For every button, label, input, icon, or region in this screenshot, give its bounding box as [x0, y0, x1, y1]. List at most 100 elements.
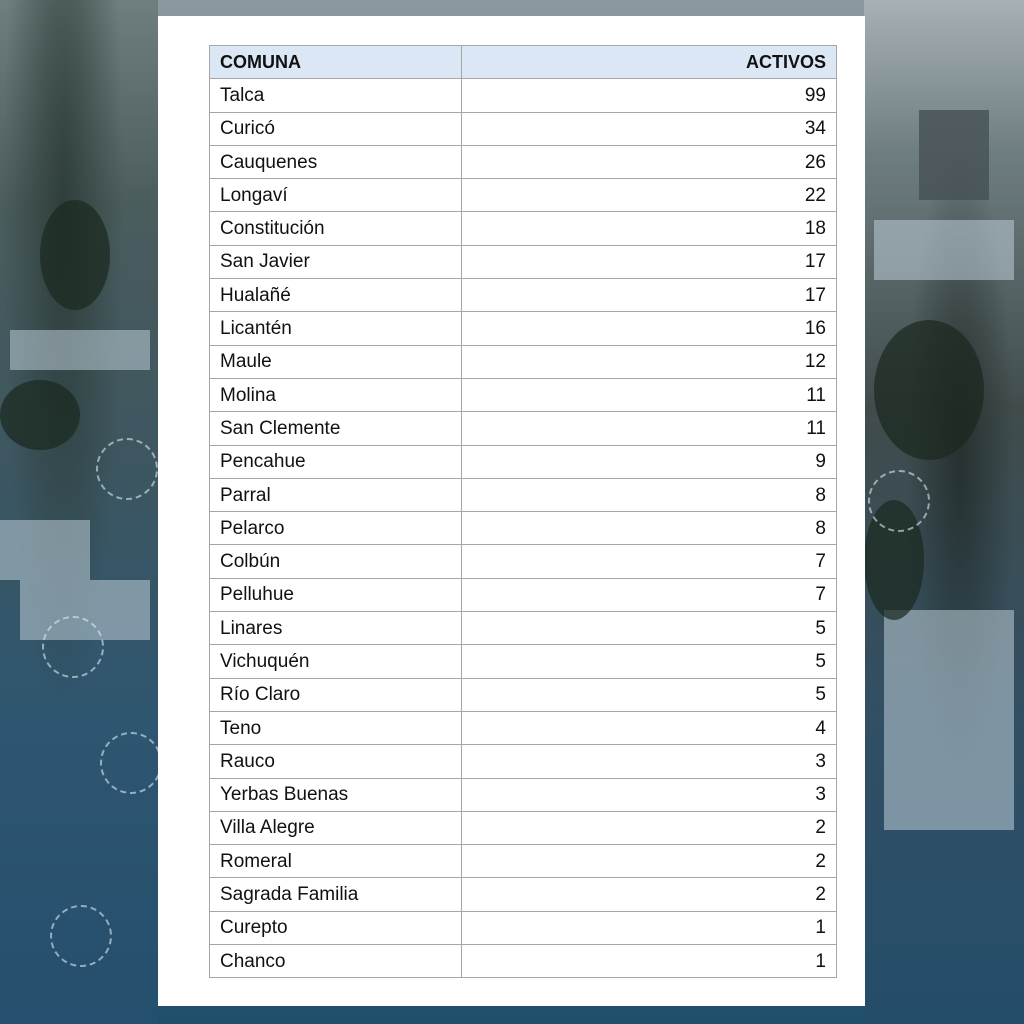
activos-cell: 2 — [461, 877, 837, 912]
comuna-cell: Río Claro — [209, 677, 462, 712]
activos-cell: 34 — [461, 111, 837, 146]
activos-cell: 2 — [461, 844, 837, 879]
comuna-cell: Molina — [209, 377, 462, 413]
table-row: Cauquenes 26 — [209, 144, 837, 180]
table-row: Rauco 3 — [209, 744, 837, 779]
activos-cell: 8 — [461, 511, 837, 546]
comuna-cell: Chanco — [209, 944, 462, 979]
activos-cell: 1 — [461, 944, 837, 979]
comuna-cell: Licantén — [209, 311, 462, 346]
comuna-cell: Sagrada Familia — [209, 877, 462, 912]
table-row: Curicó 34 — [209, 111, 837, 146]
comuna-cell: Pencahue — [209, 444, 462, 479]
comuna-cell: Maule — [209, 344, 462, 379]
activos-cell: 17 — [461, 278, 837, 313]
building — [10, 330, 150, 370]
comuna-cell: Romeral — [209, 844, 462, 879]
table-row: Colbún 7 — [209, 544, 837, 579]
activos-cell: 99 — [461, 78, 837, 113]
comuna-cell: Parral — [209, 477, 462, 513]
tree — [874, 320, 984, 460]
activos-cell: 3 — [461, 777, 837, 812]
comuna-cell: Cauquenes — [209, 144, 462, 180]
comuna-cell: Linares — [209, 611, 462, 646]
comuna-cell: San Javier — [209, 244, 462, 280]
table-row: Constitución 18 — [209, 211, 837, 246]
comuna-cell: Talca — [209, 78, 462, 113]
table-row: Sagrada Familia 2 — [209, 877, 837, 912]
table-row: Teno 4 — [209, 710, 837, 746]
table-row: Maule 12 — [209, 344, 837, 379]
table-row: Hualañé 17 — [209, 278, 837, 313]
table-row: Talca 99 — [209, 78, 837, 113]
table-row: Parral 8 — [209, 477, 837, 513]
active-cases-table: COMUNA ACTIVOS Talca 99 Curicó 34 Cauquenes 2… — [209, 44, 837, 979]
virus-icon — [96, 438, 158, 500]
tree — [0, 380, 80, 450]
comuna-cell: Teno — [209, 710, 462, 746]
virus-icon — [100, 732, 162, 794]
table-row: San Clemente 11 — [209, 411, 837, 446]
comuna-cell: Curepto — [209, 910, 462, 946]
comuna-cell: Rauco — [209, 744, 462, 779]
comuna-cell: Curicó — [209, 111, 462, 146]
comuna-cell: Vichuquén — [209, 644, 462, 679]
comuna-cell: Yerbas Buenas — [209, 777, 462, 812]
table-row: Pelarco 8 — [209, 511, 837, 546]
comuna-cell: Hualañé — [209, 278, 462, 313]
comuna-cell: Longaví — [209, 178, 462, 213]
virus-icon — [50, 905, 112, 967]
background-photo-left — [0, 0, 162, 1024]
building — [874, 220, 1014, 280]
table-row: Chanco 1 — [209, 944, 837, 979]
virus-icon — [868, 470, 930, 532]
activos-cell: 3 — [461, 744, 837, 779]
building — [884, 610, 1014, 830]
activos-cell: 7 — [461, 544, 837, 579]
activos-cell: 1 — [461, 910, 837, 946]
activos-cell: 4 — [461, 710, 837, 746]
activos-cell: 12 — [461, 344, 837, 379]
activos-cell: 11 — [461, 411, 837, 446]
comuna-cell: Colbún — [209, 544, 462, 579]
background-photo-right — [864, 0, 1024, 1024]
activos-cell: 5 — [461, 611, 837, 646]
activos-cell: 9 — [461, 444, 837, 479]
table-row: Curepto 1 — [209, 910, 837, 946]
column-header-activos: ACTIVOS — [461, 44, 837, 80]
activos-cell: 16 — [461, 311, 837, 346]
table-row: Río Claro 5 — [209, 677, 837, 712]
virus-icon — [42, 616, 104, 678]
activos-cell: 5 — [461, 644, 837, 679]
comuna-cell: Pelarco — [209, 511, 462, 546]
activos-cell: 7 — [461, 577, 837, 613]
table-row: Yerbas Buenas 3 — [209, 777, 837, 812]
table-document: COMUNA ACTIVOS Talca 99 Curicó 34 Cauquenes 2… — [158, 16, 865, 1006]
table-row: Pelluhue 7 — [209, 577, 837, 613]
comuna-cell: San Clemente — [209, 411, 462, 446]
activos-cell: 11 — [461, 377, 837, 413]
comuna-cell: Pelluhue — [209, 577, 462, 613]
table-row: Licantén 16 — [209, 311, 837, 346]
table-row: Villa Alegre 2 — [209, 810, 837, 846]
comuna-cell: Villa Alegre — [209, 810, 462, 846]
activos-cell: 26 — [461, 144, 837, 180]
comuna-cell: Constitución — [209, 211, 462, 246]
activos-cell: 2 — [461, 810, 837, 846]
table-row: Romeral 2 — [209, 844, 837, 879]
activos-cell: 22 — [461, 178, 837, 213]
table-row: Vichuquén 5 — [209, 644, 837, 679]
table-header-row: COMUNA ACTIVOS — [209, 44, 837, 80]
activos-cell: 5 — [461, 677, 837, 712]
activos-cell: 8 — [461, 477, 837, 513]
table-row: San Javier 17 — [209, 244, 837, 280]
building — [919, 110, 989, 200]
table-body: Talca 99 Curicó 34 Cauquenes 26 Longaví 22 Const… — [209, 78, 837, 979]
table-row: Linares 5 — [209, 611, 837, 646]
table-row: Longaví 22 — [209, 178, 837, 213]
column-header-comuna: COMUNA — [209, 44, 462, 80]
tree — [40, 200, 110, 310]
building — [0, 520, 90, 580]
activos-cell: 17 — [461, 244, 837, 280]
table-row: Pencahue 9 — [209, 444, 837, 479]
